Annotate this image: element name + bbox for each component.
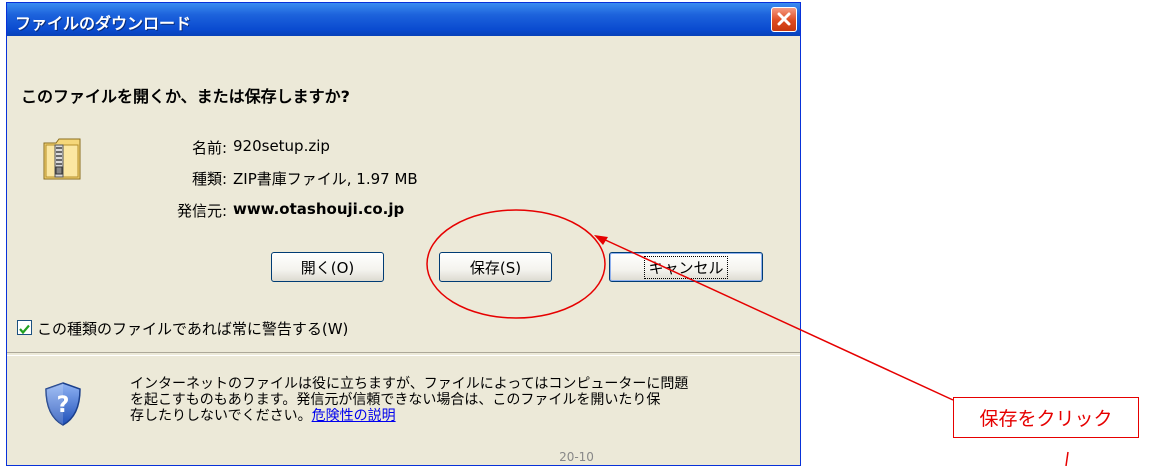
annotation-callout: 保存をクリック [953, 397, 1139, 438]
save-highlight-ellipse [426, 209, 606, 319]
callout-tail [1065, 451, 1069, 466]
annotation-arrow-line [600, 237, 954, 401]
